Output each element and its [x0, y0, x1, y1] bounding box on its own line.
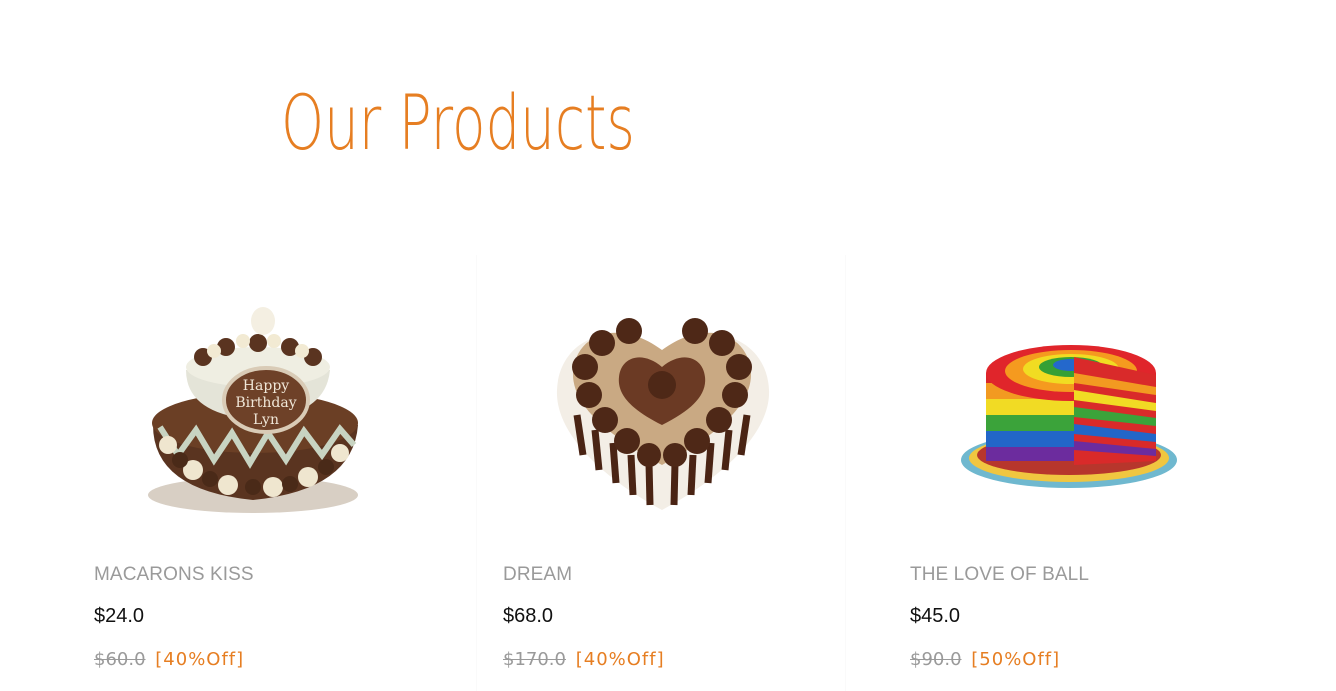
- tiered-chocolate-cake-image[interactable]: Happy Birthday Lyn: [68, 255, 438, 545]
- heart-chocolate-cake-image[interactable]: [477, 255, 847, 545]
- product-price: $24.0: [94, 605, 145, 627]
- discount-badge: [50%Off]: [971, 649, 1061, 670]
- product-name[interactable]: DREAM: [503, 564, 572, 586]
- discount-badge: [40%Off]: [155, 649, 245, 670]
- old-price: $90.0: [910, 649, 962, 670]
- svg-text:Happy: Happy: [243, 378, 289, 394]
- product-card[interactable]: Happy Birthday Lyn MACARONS KISS $24.0 $…: [68, 255, 438, 691]
- old-price: $170.0: [503, 649, 566, 670]
- product-price: $68.0: [503, 605, 554, 627]
- rainbow-cake-image[interactable]: [884, 255, 1254, 545]
- old-price: $60.0: [94, 649, 146, 670]
- product-price: $45.0: [910, 605, 961, 627]
- product-grid: Happy Birthday Lyn MACARONS KISS $24.0 $…: [0, 255, 1336, 691]
- svg-text:Lyn: Lyn: [253, 412, 279, 428]
- product-name[interactable]: THE LOVE OF BALL: [910, 564, 1089, 586]
- price-row: $90.0 [50%Off]: [910, 649, 1060, 670]
- product-name[interactable]: MACARONS KISS: [94, 564, 254, 586]
- svg-text:Birthday: Birthday: [235, 395, 296, 411]
- discount-badge: [40%Off]: [575, 649, 665, 670]
- section-title: Our Products: [281, 78, 635, 167]
- product-card[interactable]: THE LOVE OF BALL $45.0 $90.0 [50%Off]: [884, 255, 1254, 691]
- price-row: $170.0 [40%Off]: [503, 649, 665, 670]
- product-card[interactable]: DREAM $68.0 $170.0 [40%Off]: [476, 255, 846, 691]
- price-row: $60.0 [40%Off]: [94, 649, 244, 670]
